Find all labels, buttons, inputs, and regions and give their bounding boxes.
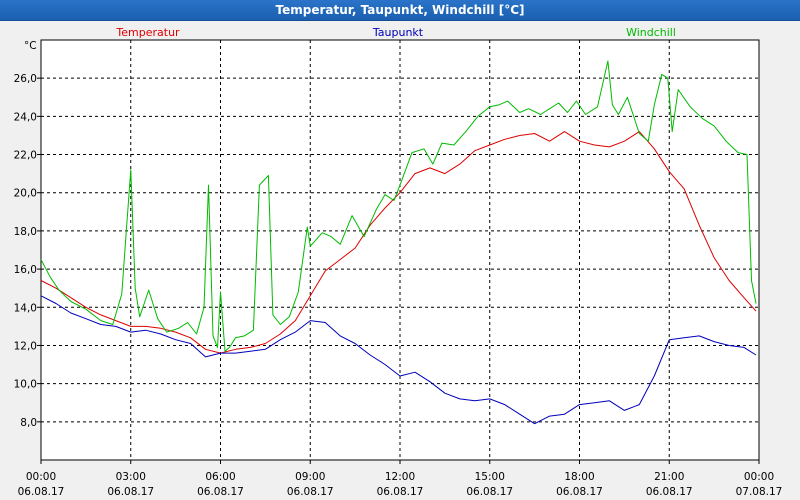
- legend-item-windchill: Windchill: [626, 26, 676, 39]
- x-tick-time-label: 12:00: [385, 471, 415, 483]
- legend: Temperatur Taupunkt Windchill: [115, 26, 676, 39]
- y-axis-unit-label: °C: [24, 40, 37, 52]
- y-tick-label: 8,0: [20, 417, 37, 429]
- y-tick-label: 16,0: [14, 264, 37, 276]
- y-tick-label: 22,0: [14, 150, 37, 162]
- legend-item-taupunkt: Taupunkt: [372, 26, 424, 39]
- x-tick-time-label: 21:00: [654, 471, 684, 483]
- x-tick-date-label: 06.08.17: [646, 486, 693, 498]
- y-tick-label: 24,0: [14, 111, 37, 123]
- y-tick-label: 10,0: [14, 379, 37, 391]
- y-tick-label: 14,0: [14, 302, 37, 314]
- x-tick-time-label: 00:00: [744, 471, 774, 483]
- y-tick-label: 18,0: [14, 226, 37, 238]
- x-tick-date-label: 06.08.17: [466, 486, 513, 498]
- x-tick-time-label: 06:00: [205, 471, 235, 483]
- y-tick-label: 20,0: [14, 188, 37, 200]
- x-tick-date-label: 06.08.17: [377, 486, 424, 498]
- y-tick-label: 12,0: [14, 340, 37, 352]
- x-tick-date-label: 07.08.17: [736, 486, 783, 498]
- x-tick-date-label: 06.08.17: [556, 486, 603, 498]
- x-tick-time-label: 18:00: [564, 471, 594, 483]
- x-tick-time-label: 09:00: [295, 471, 325, 483]
- y-tick-label: 26,0: [14, 73, 37, 85]
- x-tick-date-label: 06.08.17: [197, 486, 244, 498]
- x-axis-ticks: 00:00 06.08.17 03:00 06.08.17 06:00 06.08.17 0…: [18, 460, 783, 498]
- legend-item-temperatur: Temperatur: [115, 26, 180, 39]
- x-tick-date-label: 06.08.17: [287, 486, 334, 498]
- line-chart: °C 8,0 10,0 12,0 14,0 16,0 18,0 20,0 22,0 24,0 26…: [14, 26, 783, 498]
- x-tick-time-label: 00:00: [26, 471, 56, 483]
- x-tick-date-label: 06.08.17: [18, 486, 65, 498]
- y-axis-ticks: 8,0 10,0 12,0 14,0 16,0 18,0 20,0 22,0 24,0 26,0: [14, 73, 41, 429]
- x-tick-time-label: 03:00: [116, 471, 146, 483]
- x-tick-time-label: 15:00: [475, 471, 505, 483]
- x-tick-date-label: 06.08.17: [107, 486, 154, 498]
